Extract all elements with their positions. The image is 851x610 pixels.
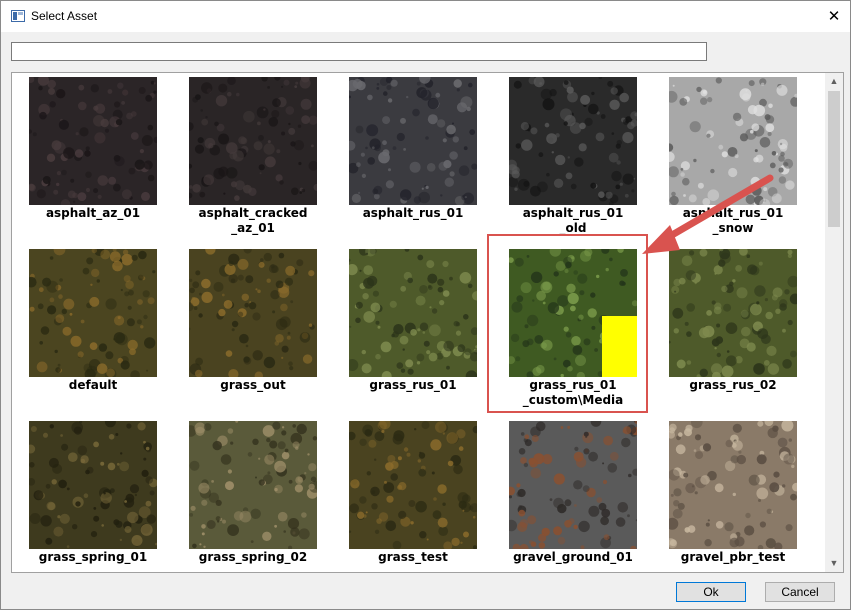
asset-label-line: grass_spring_02 [198, 550, 308, 564]
ok-button[interactable]: Ok [676, 582, 746, 602]
asset-label: gravel_ground_01 [495, 550, 651, 565]
asset-label: default [15, 378, 171, 393]
asset-label-line: grass_test [378, 550, 448, 564]
asset-thumbnail[interactable] [509, 77, 637, 205]
asset-label: grass_out [175, 378, 331, 393]
asset-label-line: default [68, 378, 118, 392]
highlight-box [487, 234, 648, 413]
asset-label: grass_spring_02 [175, 550, 331, 565]
asset-label: grass_rus_01 [335, 378, 491, 393]
asset-thumbnail[interactable] [349, 77, 477, 205]
asset-tile[interactable]: asphalt_cracked _az_01 [175, 77, 331, 236]
asset-tile[interactable]: default [15, 249, 171, 393]
asset-tile[interactable]: grass_out [175, 249, 331, 393]
asset-thumbnail[interactable] [509, 421, 637, 549]
asset-thumbnail[interactable] [29, 249, 157, 377]
asset-tile[interactable]: grass_spring_01 [15, 421, 171, 565]
asset-label-line: grass_out [220, 378, 286, 392]
annotation-arrow-icon [642, 174, 774, 254]
asset-label: asphalt_cracked _az_01 [175, 206, 331, 236]
asset-label: grass_test [335, 550, 491, 565]
app-window-icon [11, 10, 25, 22]
asset-tile[interactable]: asphalt_rus_01 [335, 77, 491, 221]
asset-grid: asphalt_az_01 asphalt_cracked _az_01 asphal… [12, 73, 826, 572]
asset-tile[interactable]: gravel_ground_01 [495, 421, 651, 565]
title-bar: Select Asset ✕ [1, 1, 850, 32]
asset-label-line: grass_spring_01 [38, 550, 148, 564]
asset-label-line: grass_rus_01 [369, 378, 457, 392]
asset-tile[interactable]: grass_rus_01 [335, 249, 491, 393]
asset-tile[interactable]: asphalt_rus_01 _old [495, 77, 651, 236]
search-input[interactable] [11, 42, 707, 61]
asset-label: grass_spring_01 [15, 550, 171, 565]
window-title: Select Asset [31, 9, 98, 23]
asset-label-line: asphalt_rus_01 [522, 206, 624, 220]
asset-label: gravel_pbr_test [655, 550, 811, 565]
asset-thumbnail[interactable] [349, 421, 477, 549]
asset-thumbnail[interactable] [189, 421, 317, 549]
asset-label-line: grass_rus_02 [689, 378, 777, 392]
vertical-scrollbar[interactable]: ▲ ▼ [825, 73, 843, 572]
asset-label-line: asphalt_cracked [198, 206, 308, 220]
cancel-button[interactable]: Cancel [765, 582, 835, 602]
asset-thumbnail[interactable] [29, 77, 157, 205]
asset-thumbnail[interactable] [189, 77, 317, 205]
asset-label-line: asphalt_rus_01 [362, 206, 464, 220]
asset-label: asphalt_rus_01 [335, 206, 491, 221]
select-asset-dialog: Select Asset ✕ asphalt_az_01 asphalt_crac… [0, 0, 851, 610]
asset-grid-panel: asphalt_az_01 asphalt_cracked _az_01 asphal… [11, 72, 844, 573]
close-icon[interactable]: ✕ [819, 3, 849, 30]
scroll-down-icon[interactable]: ▼ [825, 555, 843, 572]
asset-label: asphalt_az_01 [15, 206, 171, 221]
asset-thumbnail[interactable] [29, 421, 157, 549]
asset-thumbnail[interactable] [349, 249, 477, 377]
asset-tile[interactable]: grass_spring_02 [175, 421, 331, 565]
asset-tile[interactable]: grass_test [335, 421, 491, 565]
scroll-up-icon[interactable]: ▲ [825, 73, 843, 90]
asset-label: grass_rus_02 [655, 378, 811, 393]
asset-tile[interactable]: gravel_pbr_test [655, 421, 811, 565]
asset-thumbnail[interactable] [669, 421, 797, 549]
asset-label-line: _az_01 [231, 221, 275, 235]
asset-label: asphalt_rus_01 _old [495, 206, 651, 236]
asset-thumbnail[interactable] [189, 249, 317, 377]
asset-tile[interactable]: grass_rus_02 [655, 249, 811, 393]
asset-label-line: asphalt_az_01 [45, 206, 141, 220]
scrollbar-thumb[interactable] [828, 91, 840, 227]
asset-tile[interactable]: asphalt_az_01 [15, 77, 171, 221]
asset-label-line: gravel_ground_01 [513, 550, 633, 564]
asset-label-line: gravel_pbr_test [680, 550, 786, 564]
